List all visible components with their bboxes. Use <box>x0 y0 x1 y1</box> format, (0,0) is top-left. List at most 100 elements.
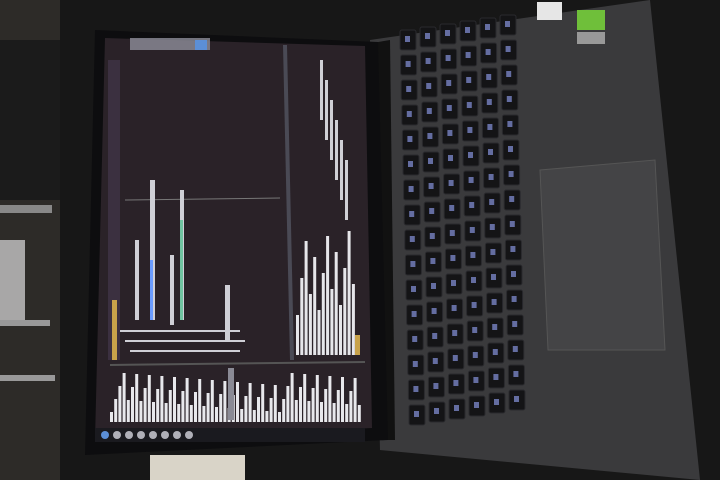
text-block <box>340 140 343 200</box>
text-block <box>326 236 330 355</box>
text-block <box>307 401 311 422</box>
scroll-indicator <box>228 368 234 420</box>
start-icon[interactable] <box>101 431 109 439</box>
text-block <box>345 160 348 220</box>
text-block <box>160 376 164 422</box>
settings-icon[interactable] <box>173 431 181 439</box>
cursor-line <box>124 197 281 201</box>
text-block <box>261 384 265 422</box>
text-block <box>244 396 248 422</box>
screen-content <box>95 38 366 442</box>
status-marker <box>355 335 360 355</box>
text-block <box>265 411 269 422</box>
header-badge <box>195 40 207 50</box>
text-block <box>321 273 325 355</box>
text-block <box>177 404 181 422</box>
text-block <box>347 231 351 355</box>
text-block <box>286 386 290 422</box>
pane-divider-horizontal[interactable] <box>109 361 366 366</box>
text-block <box>248 383 252 422</box>
text-block <box>185 378 189 422</box>
text-block <box>273 385 277 422</box>
text-block <box>330 100 333 160</box>
text-block <box>198 379 202 422</box>
text-block <box>236 382 239 422</box>
text-block <box>122 373 126 422</box>
text-block <box>300 278 304 355</box>
text-block <box>339 305 342 355</box>
text-block <box>135 374 139 422</box>
text-block <box>308 294 312 355</box>
text-block <box>202 406 206 422</box>
text-block <box>210 380 214 422</box>
editor-icon[interactable] <box>161 431 169 439</box>
text-block <box>135 240 139 320</box>
text-block <box>357 405 361 422</box>
text-block <box>131 387 134 422</box>
text-block <box>219 394 223 422</box>
text-block <box>294 400 298 422</box>
text-block <box>313 257 317 355</box>
pane-divider[interactable] <box>283 44 294 361</box>
text-block <box>351 284 355 355</box>
text-block <box>139 401 143 422</box>
text-block <box>164 403 168 422</box>
text-block <box>173 377 176 422</box>
text-block <box>126 400 130 422</box>
text-block <box>215 407 218 422</box>
text-block <box>290 373 294 422</box>
text-block <box>181 391 185 422</box>
files-icon[interactable] <box>125 431 133 439</box>
text-block <box>125 340 245 342</box>
text-block <box>194 392 197 422</box>
terminal-icon[interactable] <box>149 431 157 439</box>
text-block <box>341 377 344 422</box>
photo-scene <box>0 0 720 480</box>
highlight-block <box>180 220 183 320</box>
text-block <box>320 402 323 422</box>
text-block <box>311 388 315 422</box>
music-icon[interactable] <box>185 431 193 439</box>
text-block <box>320 60 323 120</box>
text-block <box>257 397 260 422</box>
text-block <box>345 404 349 422</box>
text-block <box>335 120 338 180</box>
text-block <box>118 386 122 422</box>
text-block <box>189 405 193 422</box>
text-block <box>278 412 281 422</box>
text-block <box>282 399 286 422</box>
text-block <box>156 389 160 422</box>
text-block <box>206 393 210 422</box>
text-block <box>143 388 147 422</box>
browser-icon[interactable] <box>137 431 145 439</box>
taskbar <box>95 428 365 442</box>
text-block <box>353 378 357 422</box>
text-block <box>334 252 338 355</box>
text-block <box>269 398 273 422</box>
text-block <box>336 390 340 422</box>
text-block <box>296 315 299 355</box>
text-block <box>343 268 347 355</box>
text-block <box>152 402 155 422</box>
text-block <box>170 255 174 325</box>
text-block <box>223 381 227 422</box>
text-block <box>317 310 321 355</box>
gutter-mark <box>112 300 117 360</box>
text-block <box>299 387 302 422</box>
text-block <box>240 409 244 422</box>
text-block <box>332 403 336 422</box>
text-block <box>330 289 334 355</box>
text-block <box>114 399 118 422</box>
text-block <box>110 412 113 422</box>
text-block <box>304 241 308 355</box>
text-block <box>252 410 256 422</box>
text-block <box>324 389 328 422</box>
text-block <box>147 375 151 422</box>
text-block <box>168 390 172 422</box>
text-block <box>303 374 307 422</box>
text-block <box>315 375 319 422</box>
search-icon[interactable] <box>113 431 121 439</box>
text-block <box>325 80 328 140</box>
text-block <box>130 350 240 352</box>
text-block <box>328 376 332 422</box>
